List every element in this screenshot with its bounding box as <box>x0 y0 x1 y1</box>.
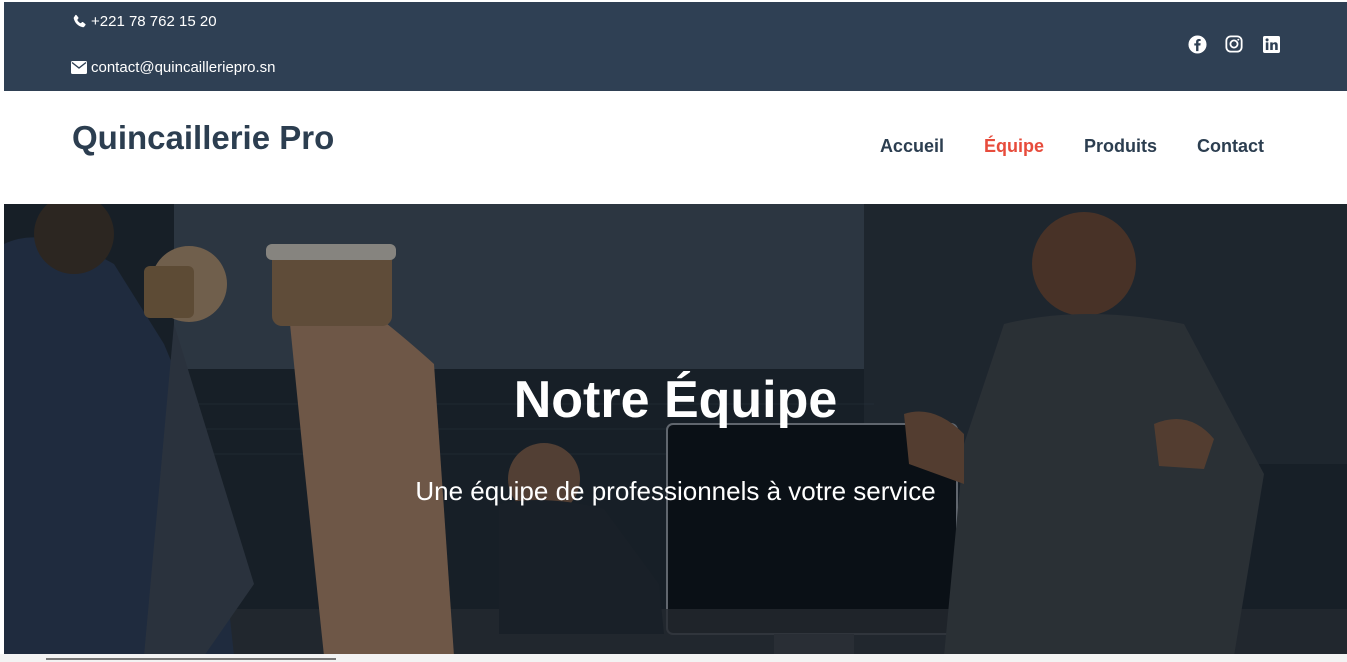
phone-text: +221 78 762 15 20 <box>91 13 217 30</box>
phone-contact[interactable]: +221 78 762 15 20 <box>71 13 217 30</box>
nav-item-contact[interactable]: Contact <box>1197 136 1264 157</box>
page: +221 78 762 15 20 contact@quincailleriep… <box>4 2 1347 662</box>
social-links <box>1187 34 1281 54</box>
top-bar: +221 78 762 15 20 contact@quincailleriep… <box>4 2 1347 91</box>
hero-title: Notre Équipe <box>513 371 838 429</box>
envelope-icon <box>71 60 87 76</box>
hero-subtitle: Une équipe de professionnels à votre ser… <box>415 476 936 506</box>
scrollbar-thumb[interactable] <box>46 658 336 660</box>
instagram-icon[interactable] <box>1224 34 1244 54</box>
linkedin-icon[interactable] <box>1261 34 1281 54</box>
nav-item-produits[interactable]: Produits <box>1084 136 1157 157</box>
hero-overlay <box>4 204 1347 656</box>
nav-item-accueil[interactable]: Accueil <box>880 136 944 157</box>
horizontal-scrollbar[interactable] <box>0 654 1347 662</box>
site-brand[interactable]: Quincaillerie Pro <box>72 119 334 157</box>
nav-item-equipe[interactable]: Équipe <box>984 136 1044 157</box>
email-text: contact@quincailleriepro.sn <box>91 59 276 76</box>
nav-menu: Accueil Équipe Produits Contact <box>880 136 1264 157</box>
hero-banner: Notre Équipe Une équipe de professionnel… <box>4 204 1347 656</box>
main-navbar: Quincaillerie Pro Accueil Équipe Produit… <box>4 91 1347 204</box>
facebook-icon[interactable] <box>1187 34 1207 54</box>
email-contact[interactable]: contact@quincailleriepro.sn <box>71 59 276 76</box>
phone-icon <box>71 14 87 30</box>
